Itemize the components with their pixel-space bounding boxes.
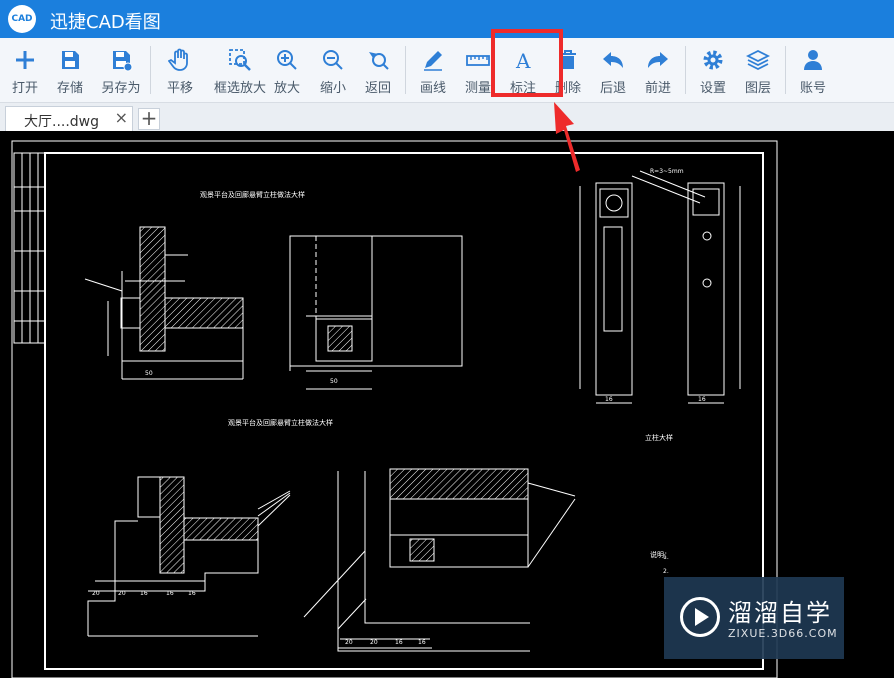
box-zoom-icon <box>229 49 251 71</box>
layers-icon <box>746 49 770 71</box>
watermark-url: ZIXUE.3D66.COM <box>728 627 838 640</box>
svg-text:16: 16 <box>395 639 403 646</box>
app-logo-icon: CAD <box>8 5 36 33</box>
undo-arrow-icon <box>603 52 623 68</box>
title-bar: CAD 迅捷CAD看图 <box>0 0 894 38</box>
svg-text:1.: 1. <box>663 554 669 561</box>
pan-button[interactable]: 平移 <box>157 48 203 96</box>
watermark-brand: 溜溜自学 <box>728 599 832 627</box>
svg-text:16: 16 <box>418 639 426 646</box>
document-tab-bar: 大厅....dwg × + <box>0 103 894 131</box>
sheet-outer-frame <box>11 140 778 678</box>
zoom-out-button[interactable]: 缩小 <box>310 48 356 96</box>
site-watermark: 溜溜自学 ZIXUE.3D66.COM <box>664 577 844 659</box>
hand-icon <box>168 48 188 71</box>
zoom-out-icon <box>323 50 343 70</box>
save-as-button[interactable]: 另存为 <box>98 48 144 96</box>
close-icon[interactable]: × <box>115 108 128 127</box>
pencil-icon <box>424 51 442 71</box>
redo-button[interactable]: 前进 <box>635 48 681 96</box>
box-zoom-button[interactable]: 框选放大 <box>210 48 270 96</box>
toolbar: 打开 存储 另存为 平移 框选放大 放大 缩小 返回 画线 测量 A 标注 删除… <box>0 38 894 103</box>
user-icon <box>804 50 822 70</box>
save-as-icon <box>113 51 133 72</box>
save-icon <box>62 51 79 69</box>
svg-text:16: 16 <box>166 590 174 597</box>
play-logo-icon <box>680 597 720 637</box>
svg-text:16: 16 <box>188 590 196 597</box>
dim-radius: R=3~5mm <box>650 168 684 175</box>
back-button[interactable]: 返回 <box>355 48 401 96</box>
annotate-highlight-box <box>491 29 563 97</box>
svg-text:20: 20 <box>345 639 353 646</box>
svg-text:16: 16 <box>140 590 148 597</box>
tab-file-name: 大厅....dwg <box>24 114 100 130</box>
toolbar-separator <box>405 46 406 94</box>
svg-text:16: 16 <box>698 396 706 403</box>
open-button[interactable]: 打开 <box>2 48 48 96</box>
zoom-in-button[interactable]: 放大 <box>264 48 310 96</box>
draw-line-button[interactable]: 画线 <box>410 48 456 96</box>
plus-icon <box>16 51 34 69</box>
column-front-view <box>595 182 633 396</box>
svg-text:50: 50 <box>145 370 153 377</box>
drawing-title-3: 立柱大样 <box>645 433 673 442</box>
app-title: 迅捷CAD看图 <box>50 12 161 33</box>
svg-text:50: 50 <box>330 378 338 385</box>
toolbar-separator <box>685 46 686 94</box>
toolbar-separator <box>150 46 151 94</box>
add-tab-button[interactable]: + <box>138 108 160 130</box>
layers-button[interactable]: 图层 <box>735 48 781 96</box>
drawing-title-2: 观景平台及回廊悬臂立柱做法大样 <box>228 418 333 427</box>
red-arrow-icon <box>554 102 580 172</box>
svg-text:20: 20 <box>118 590 126 597</box>
back-icon <box>369 52 389 70</box>
svg-text:2.: 2. <box>663 568 669 575</box>
settings-button[interactable]: 设置 <box>690 48 736 96</box>
drawing-title-1: 观景平台及回廊悬臂立柱做法大样 <box>200 190 305 199</box>
redo-arrow-icon <box>648 52 668 68</box>
save-button[interactable]: 存储 <box>47 48 93 96</box>
tab-drawing-file[interactable]: 大厅....dwg × <box>5 106 133 131</box>
svg-text:16: 16 <box>605 396 613 403</box>
account-button[interactable]: 账号 <box>790 48 836 96</box>
svg-text:20: 20 <box>92 590 100 597</box>
undo-button[interactable]: 后退 <box>590 48 636 96</box>
svg-text:20: 20 <box>370 639 378 646</box>
ruler-icon <box>466 55 490 66</box>
zoom-in-icon <box>277 50 297 70</box>
toolbar-separator <box>785 46 786 94</box>
gear-icon <box>703 50 723 70</box>
